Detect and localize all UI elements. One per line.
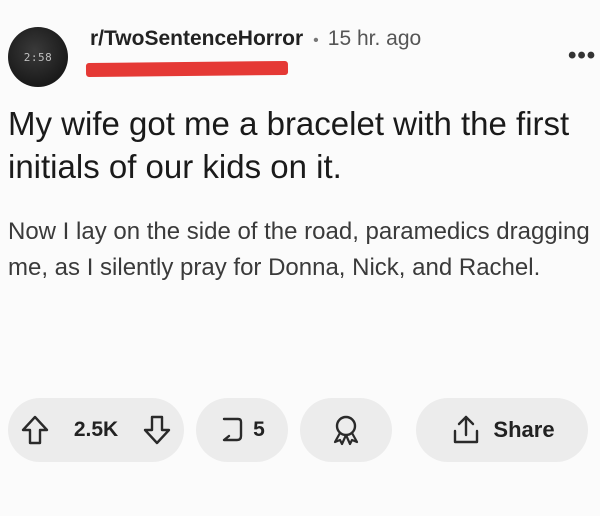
more-options-icon[interactable]: ••• [568,42,596,70]
speech-bubble-icon [219,414,245,446]
post-card: 2:58 r/TwoSentenceHorror • 15 hr. ago ••… [0,0,600,516]
avatar-text: 2:58 [23,50,53,64]
comments-button[interactable]: 5 [196,398,288,462]
header-separator: • [313,32,319,49]
downvote-arrow-icon[interactable] [142,414,172,446]
post-timestamp: 15 hr. ago [327,27,422,50]
post-title[interactable]: My wife got me a bracelet with the first… [8,103,598,189]
share-button[interactable]: Share [416,398,588,462]
award-button[interactable] [300,398,392,462]
post-body: Now I lay on the side of the road, param… [8,218,590,281]
award-ribbon-icon [329,413,363,447]
vote-count: 2.5K [73,418,119,441]
subreddit-avatar[interactable]: 2:58 [8,27,68,87]
share-upload-icon [449,413,483,447]
share-label: Share [493,417,555,442]
post-header: r/TwoSentenceHorror • 15 hr. ago [90,27,421,51]
redacted-username-bar [85,60,289,78]
upvote-arrow-icon[interactable] [20,414,50,446]
vote-control: 2.5K [8,398,184,462]
comment-count: 5 [253,418,265,441]
subreddit-name[interactable]: r/TwoSentenceHorror [90,27,303,51]
